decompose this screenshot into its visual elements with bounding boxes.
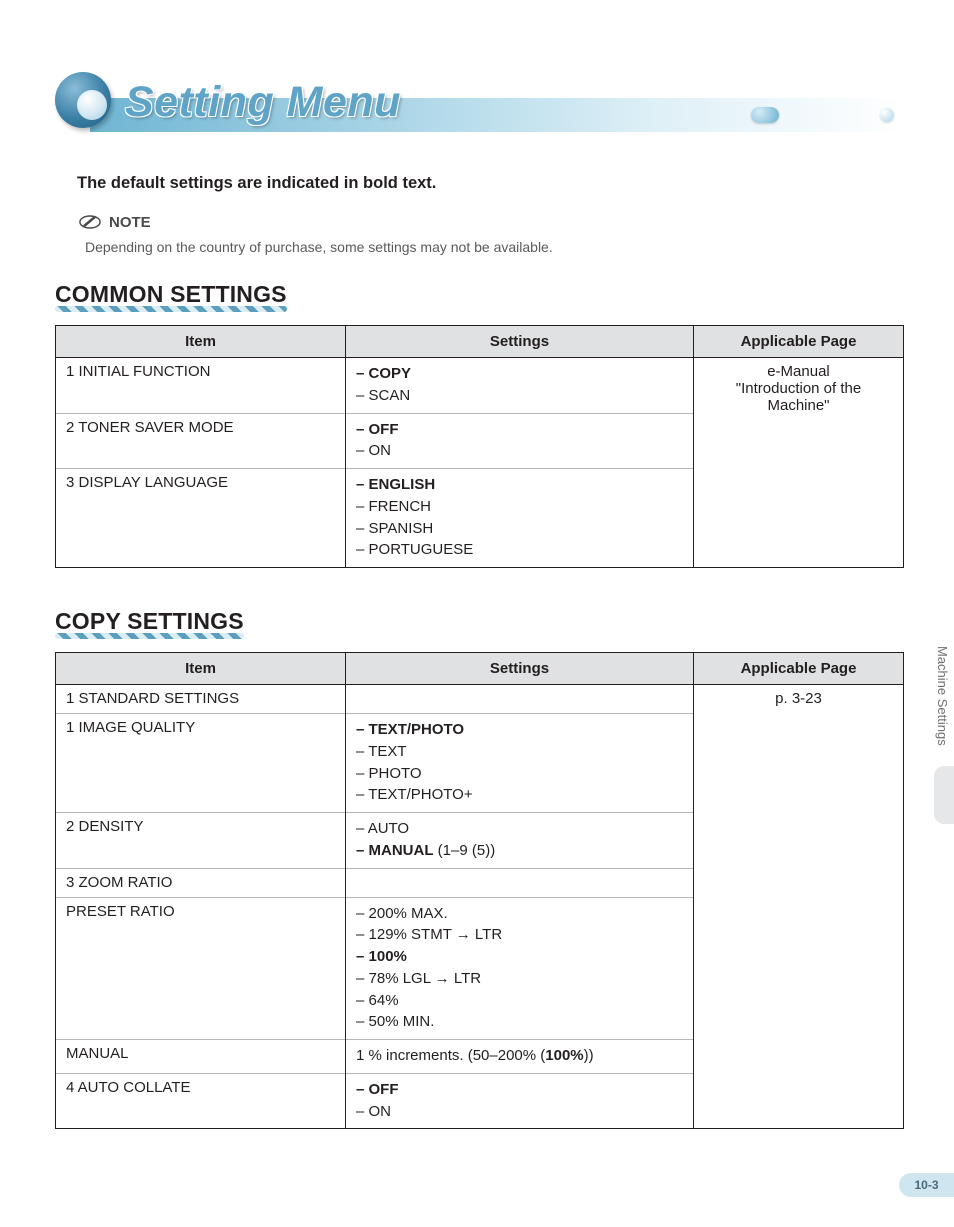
default-settings-note: The default settings are indicated in bo… bbox=[77, 174, 904, 193]
option-item: PHOTO bbox=[356, 763, 683, 785]
pencil-note-icon bbox=[79, 211, 101, 233]
th-settings: Settings bbox=[346, 326, 694, 358]
plain-setting-text: 1 % increments. (50–200% (100%)) bbox=[356, 1047, 594, 1064]
option-list: 200% MAX.129% STMT → LTR100%78% LGL → LT… bbox=[356, 903, 683, 1034]
option-item: 100% bbox=[356, 946, 683, 968]
option-item: AUTO bbox=[356, 818, 683, 840]
cell-settings: TEXT/PHOTOTEXTPHOTOTEXT/PHOTO+ bbox=[346, 714, 694, 813]
cell-settings: AUTOMANUAL (1–9 (5)) bbox=[346, 813, 694, 869]
th-item: Item bbox=[56, 326, 346, 358]
side-tab-label: Machine Settings bbox=[931, 640, 954, 760]
cell-settings: 200% MAX.129% STMT → LTR100%78% LGL → LT… bbox=[346, 897, 694, 1040]
th-item: Item bbox=[56, 653, 346, 685]
option-item: COPY bbox=[356, 363, 683, 385]
option-list: OFFON bbox=[356, 419, 683, 463]
option-item: FRENCH bbox=[356, 496, 683, 518]
cell-item: 3 ZOOM RATIO bbox=[56, 868, 346, 897]
option-item: TEXT/PHOTO bbox=[356, 719, 683, 741]
option-list: OFFON bbox=[356, 1079, 683, 1123]
cell-item: 1 IMAGE QUALITY bbox=[56, 714, 346, 813]
cell-settings bbox=[346, 868, 694, 897]
heading-common-settings: COMMON SETTINGS bbox=[55, 281, 287, 313]
cell-settings: 1 % increments. (50–200% (100%)) bbox=[346, 1040, 694, 1074]
heading-copy-settings: COPY SETTINGS bbox=[55, 608, 244, 640]
cell-item: 4 AUTO COLLATE bbox=[56, 1073, 346, 1129]
cell-item: MANUAL bbox=[56, 1040, 346, 1074]
accent-pill-icon bbox=[751, 107, 779, 123]
table-copy-settings: Item Settings Applicable Page 1 STANDARD… bbox=[55, 652, 904, 1129]
option-item: MANUAL (1–9 (5)) bbox=[356, 840, 683, 862]
option-list: COPYSCAN bbox=[356, 363, 683, 407]
cell-applicable-page: p. 3-23 bbox=[694, 685, 904, 1129]
cell-settings: ENGLISHFRENCHSPANISHPORTUGUESE bbox=[346, 469, 694, 568]
option-item: SCAN bbox=[356, 385, 683, 407]
option-item: TEXT bbox=[356, 741, 683, 763]
page-title-banner: Setting Menu bbox=[55, 80, 904, 144]
accent-round-icon bbox=[880, 108, 894, 122]
cell-item: 1 INITIAL FUNCTION bbox=[56, 358, 346, 414]
cell-applicable-page: e-Manual"Introduction of theMachine" bbox=[694, 358, 904, 568]
option-item: ON bbox=[356, 440, 683, 462]
note-label: NOTE bbox=[109, 214, 151, 231]
th-applicable: Applicable Page bbox=[694, 326, 904, 358]
cell-settings: OFFON bbox=[346, 1073, 694, 1129]
cell-settings: COPYSCAN bbox=[346, 358, 694, 414]
side-tab-thumb-icon bbox=[934, 766, 954, 824]
option-item: 64% bbox=[356, 990, 683, 1012]
option-list: TEXT/PHOTOTEXTPHOTOTEXT/PHOTO+ bbox=[356, 719, 683, 806]
th-settings: Settings bbox=[346, 653, 694, 685]
th-applicable: Applicable Page bbox=[694, 653, 904, 685]
option-item: PORTUGUESE bbox=[356, 539, 683, 561]
option-list: AUTOMANUAL (1–9 (5)) bbox=[356, 818, 683, 862]
option-item: ENGLISH bbox=[356, 474, 683, 496]
note-text: Depending on the country of purchase, so… bbox=[85, 239, 904, 255]
cell-item: 1 STANDARD SETTINGS bbox=[56, 685, 346, 714]
option-item: 200% MAX. bbox=[356, 903, 683, 925]
table-row: 1 INITIAL FUNCTIONCOPYSCANe-Manual"Intro… bbox=[56, 358, 904, 414]
table-common-settings: Item Settings Applicable Page 1 INITIAL … bbox=[55, 325, 904, 568]
cell-settings bbox=[346, 685, 694, 714]
option-item: ON bbox=[356, 1101, 683, 1123]
title-bullet-icon bbox=[55, 72, 115, 132]
cell-item: PRESET RATIO bbox=[56, 897, 346, 1040]
option-item: OFF bbox=[356, 1079, 683, 1101]
note-row: NOTE bbox=[79, 211, 904, 233]
page-title: Setting Menu bbox=[125, 78, 401, 127]
cell-item: 2 TONER SAVER MODE bbox=[56, 413, 346, 469]
option-list: ENGLISHFRENCHSPANISHPORTUGUESE bbox=[356, 474, 683, 561]
option-item: TEXT/PHOTO+ bbox=[356, 784, 683, 806]
option-item: 78% LGL → LTR bbox=[356, 968, 683, 990]
cell-settings: OFFON bbox=[346, 413, 694, 469]
cell-item: 2 DENSITY bbox=[56, 813, 346, 869]
option-item: 50% MIN. bbox=[356, 1011, 683, 1033]
cell-item: 3 DISPLAY LANGUAGE bbox=[56, 469, 346, 568]
option-item: SPANISH bbox=[356, 518, 683, 540]
page-number: 10-3 bbox=[899, 1173, 954, 1197]
option-item: 129% STMT → LTR bbox=[356, 924, 683, 946]
side-tab: Machine Settings bbox=[931, 640, 954, 824]
option-item: OFF bbox=[356, 419, 683, 441]
table-row: 1 STANDARD SETTINGSp. 3-23 bbox=[56, 685, 904, 714]
